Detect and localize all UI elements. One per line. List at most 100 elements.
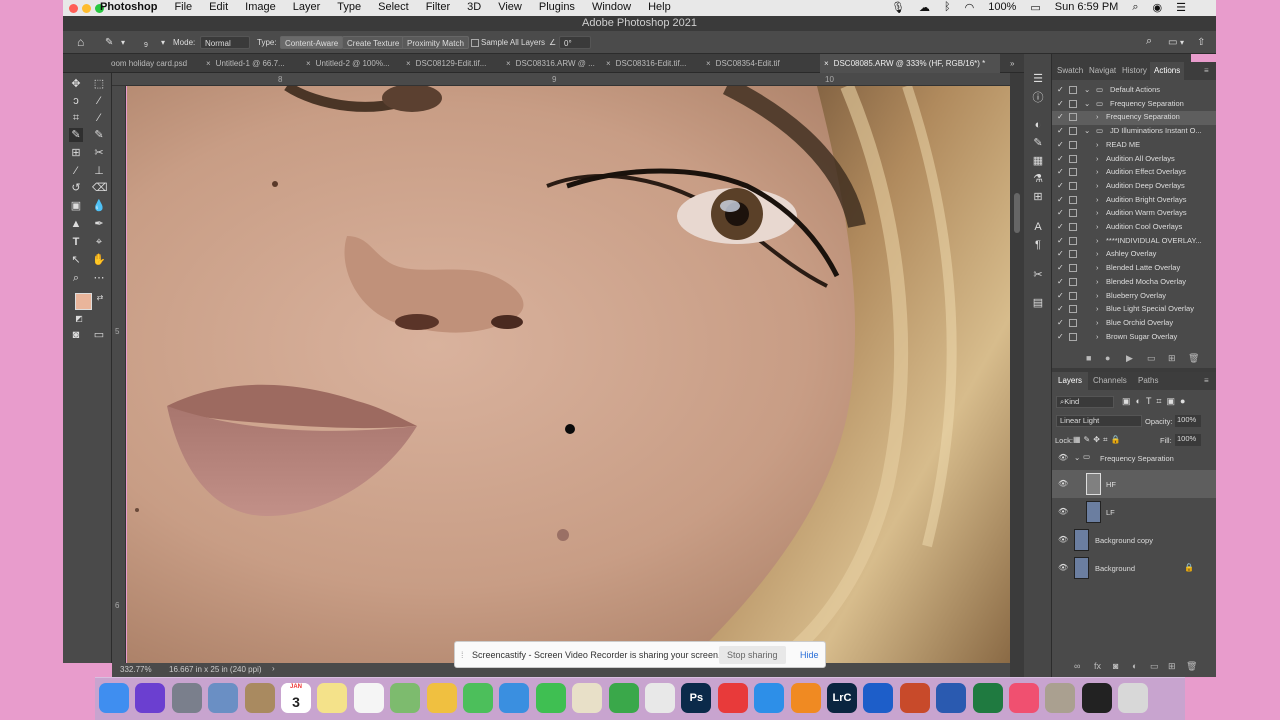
stop-sharing-button[interactable]: Stop sharing — [719, 646, 786, 664]
dock-app-calendar[interactable]: JAN 3 — [281, 683, 311, 713]
menu-image[interactable]: Image — [245, 1, 276, 13]
dock-app-finder[interactable] — [99, 683, 129, 713]
marquee-tool-icon[interactable]: ⬚ — [92, 77, 106, 91]
eye-icon[interactable]: 👁 — [1058, 479, 1068, 488]
screen-mode-icon[interactable]: ▭ — [92, 328, 106, 342]
share-icon[interactable]: ⇧ — [1197, 36, 1205, 49]
styles-icon[interactable]: ⊞ — [1031, 190, 1045, 204]
dock-app-app-store[interactable] — [754, 683, 785, 713]
menu-layer[interactable]: Layer — [293, 1, 321, 13]
checkmark-icon[interactable]: ✓ — [1057, 291, 1064, 300]
menu-3d[interactable]: 3D — [467, 1, 481, 13]
mode-select[interactable]: Normal — [200, 36, 250, 49]
new-group-icon[interactable]: ▭ — [1150, 661, 1159, 672]
menu-filter[interactable]: Filter — [426, 1, 450, 13]
checkmark-icon[interactable]: ✓ — [1057, 249, 1064, 258]
tab-document[interactable]: × DSC08316-Edit.tif... — [606, 54, 706, 73]
move-tool-icon[interactable]: ✥ — [69, 77, 83, 91]
dialog-toggle-checkbox[interactable] — [1069, 140, 1077, 149]
zoom-tool-icon[interactable]: ⌕ — [69, 271, 83, 285]
tab-history[interactable]: History — [1122, 66, 1147, 75]
menu-app-name[interactable]: Photoshop — [100, 1, 157, 13]
sample-all-layers-checkbox[interactable] — [471, 39, 479, 47]
close-icon[interactable]: × — [506, 59, 511, 68]
brush-preset-dropdown[interactable]: ▾ — [121, 36, 125, 49]
adjustment-layer-icon[interactable]: ◐ — [1132, 661, 1137, 671]
eye-icon[interactable]: 👁 — [1058, 453, 1068, 462]
dock-app-launchpad[interactable] — [171, 683, 202, 713]
chevron-right-icon[interactable]: › — [1096, 263, 1099, 272]
workspace-icon[interactable]: ▭ — [1168, 36, 1177, 49]
swatches-panel-icon[interactable]: ☰ — [1031, 72, 1045, 86]
dock-app-dropbox[interactable] — [863, 683, 894, 713]
dock-app-preview[interactable] — [208, 683, 239, 713]
layer-row[interactable]: 👁 Background 🔒 — [1052, 554, 1216, 582]
more-tabs-icon[interactable]: » — [1010, 54, 1022, 73]
scroll-thumb[interactable] — [1014, 193, 1020, 233]
dock-app-font-book[interactable] — [1045, 683, 1076, 713]
close-window-button[interactable] — [69, 4, 78, 13]
dock-app-maps[interactable] — [390, 683, 421, 713]
color-panel-icon[interactable]: ◐ — [1031, 118, 1045, 132]
menu-type[interactable]: Type — [337, 1, 361, 13]
close-icon[interactable]: × — [406, 59, 411, 68]
hand-tool-icon[interactable]: ✋ — [92, 253, 106, 267]
dock-app-chrome[interactable] — [645, 683, 675, 713]
close-icon[interactable]: × — [824, 59, 829, 68]
history-tool-icon[interactable]: ↺ — [69, 181, 83, 195]
checkmark-icon[interactable]: ✓ — [1057, 208, 1064, 217]
home-icon[interactable]: ⌂ — [77, 36, 84, 49]
dock-app-reminders[interactable] — [353, 683, 384, 713]
action-row[interactable]: ✓ › Ashley Overlay — [1052, 248, 1216, 262]
dock-app-siri[interactable] — [135, 683, 166, 713]
workspace-dropdown[interactable]: ▾ — [1180, 36, 1184, 49]
action-row[interactable]: ✓ ⌄ ▭ Frequency Separation — [1052, 98, 1216, 112]
dialog-toggle-checkbox[interactable] — [1069, 305, 1077, 314]
tab-paths[interactable]: Paths — [1138, 376, 1158, 385]
gradient-tool-icon[interactable]: ▣ — [69, 199, 83, 213]
new-action-icon[interactable]: ⊞ — [1168, 353, 1176, 364]
checkmark-icon[interactable]: ✓ — [1057, 181, 1064, 190]
lock-icons[interactable]: ▦✎✥⌗🔒 — [1073, 435, 1123, 445]
tab-channels[interactable]: Channels — [1093, 376, 1127, 385]
layer-row-selected[interactable]: 👁 HF — [1052, 470, 1216, 498]
dialog-toggle-checkbox[interactable] — [1069, 236, 1077, 245]
foreground-color-swatch[interactable] — [75, 293, 92, 310]
battery-icon[interactable]: ▭ — [1030, 1, 1040, 14]
dialog-toggle-checkbox[interactable] — [1069, 168, 1077, 177]
action-row[interactable]: ✓ › Audition Cool Overlays — [1052, 221, 1216, 235]
chevron-right-icon[interactable]: › — [1096, 154, 1099, 163]
type-tool-icon[interactable]: T — [69, 235, 83, 249]
chevron-down-icon[interactable]: ⌄ — [1084, 85, 1090, 94]
search-icon[interactable]: ⌕ — [1146, 35, 1152, 48]
chevron-right-icon[interactable]: › — [1096, 222, 1099, 231]
action-row[interactable]: ✓ › Frequency Separation — [1052, 111, 1216, 126]
dialog-toggle-checkbox[interactable] — [1069, 264, 1077, 273]
fx-icon[interactable]: fx — [1094, 661, 1101, 671]
tab-layers[interactable]: Layers — [1052, 372, 1089, 390]
brush-tool-icon[interactable]: ✎ — [92, 128, 106, 142]
action-row[interactable]: ✓ › Blended Mocha Overlay — [1052, 276, 1216, 290]
default-colors-icon[interactable]: ◩ — [72, 312, 86, 326]
stamp-tool-icon[interactable]: ⊥ — [92, 164, 106, 178]
quick-select-tool-icon[interactable]: ⁄ — [92, 94, 106, 108]
add-mask-icon[interactable]: ◙ — [1113, 661, 1118, 671]
dialog-toggle-checkbox[interactable] — [1069, 195, 1077, 204]
tab-document[interactable]: × DSC08129-Edit.tif... — [406, 54, 506, 73]
swap-colors-icon[interactable]: ⇄ — [93, 291, 107, 305]
zoom-level[interactable]: 332.77% — [120, 665, 152, 674]
action-row[interactable]: ✓ › Audition Effect Overlays — [1052, 166, 1216, 180]
dialog-toggle-checkbox[interactable] — [1069, 277, 1077, 286]
checkmark-icon[interactable]: ✓ — [1057, 99, 1064, 108]
checkmark-icon[interactable]: ✓ — [1057, 332, 1064, 341]
chevron-right-icon[interactable]: › — [1096, 236, 1099, 245]
action-row[interactable]: ✓ ⌄ ▭ Default Actions — [1052, 84, 1216, 98]
dialog-toggle-checkbox[interactable] — [1069, 99, 1077, 108]
direct-select-tool-icon[interactable]: ↖ — [69, 253, 83, 267]
chevron-right-icon[interactable]: › — [1096, 304, 1099, 313]
chevron-down-icon[interactable]: ⌄ — [1084, 99, 1090, 108]
tab-document[interactable]: × DSC08354-Edit.tif — [706, 54, 820, 73]
dock-app-trash[interactable] — [1118, 683, 1149, 713]
search-icon[interactable]: ⌕ — [1132, 1, 1138, 14]
chevron-right-icon[interactable]: › — [1096, 167, 1099, 176]
